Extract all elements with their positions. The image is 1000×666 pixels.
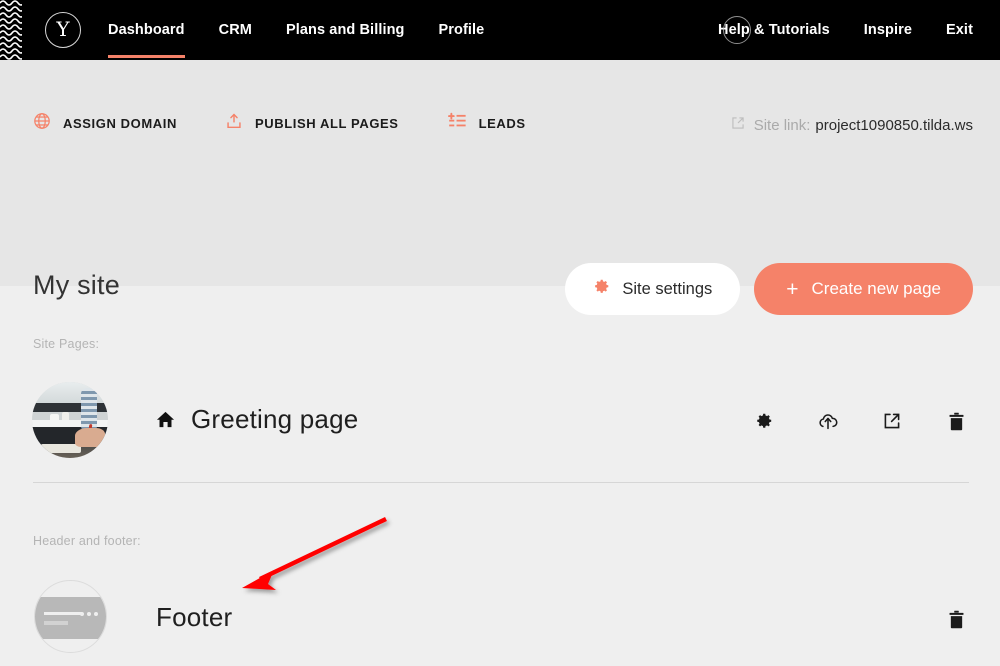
assign-domain-button[interactable]: ASSIGN DOMAIN bbox=[33, 112, 177, 135]
page-title: My site bbox=[33, 270, 120, 301]
nav-item-exit[interactable]: Exit bbox=[946, 0, 973, 60]
nav-item-crm[interactable]: CRM bbox=[219, 0, 252, 60]
zigzag-pattern-decoration bbox=[0, 0, 22, 60]
site-settings-label: Site settings bbox=[622, 280, 712, 299]
plus-icon: + bbox=[786, 279, 798, 300]
site-link-label: Site link: bbox=[754, 117, 811, 134]
site-toolbar: ASSIGN DOMAIN PUBLISH ALL PAGES bbox=[33, 112, 574, 135]
header-action-buttons: Site settings + Create new page bbox=[565, 263, 973, 315]
site-link[interactable]: Site link: project1090850.tilda.ws bbox=[731, 116, 973, 134]
page-name-label: Footer bbox=[156, 602, 232, 633]
nav-item-profile[interactable]: Profile bbox=[439, 0, 485, 60]
footer-delete-button[interactable] bbox=[939, 602, 973, 636]
page-thumbnail-photo[interactable] bbox=[32, 382, 108, 458]
page-name-label: Greeting page bbox=[191, 404, 358, 435]
page-action-icons bbox=[747, 404, 973, 438]
placeholder-wireframe bbox=[35, 597, 106, 639]
page-title-greeting-page[interactable]: Greeting page bbox=[156, 404, 358, 435]
nav-item-help-and-tutorials[interactable]: Help & Tutorials bbox=[718, 0, 830, 60]
zigzag-svg bbox=[0, 0, 22, 60]
gear-icon bbox=[593, 278, 610, 300]
page-delete-button[interactable] bbox=[939, 404, 973, 438]
trash-icon bbox=[948, 610, 965, 629]
page-settings-button[interactable] bbox=[747, 404, 781, 438]
site-link-value[interactable]: project1090850.tilda.ws bbox=[815, 117, 973, 134]
publish-all-pages-button[interactable]: PUBLISH ALL PAGES bbox=[225, 112, 399, 135]
nav-item-inspire[interactable]: Inspire bbox=[864, 0, 912, 60]
page-title-footer[interactable]: Footer bbox=[156, 602, 232, 633]
site-header-panel: ASSIGN DOMAIN PUBLISH ALL PAGES bbox=[0, 60, 1000, 286]
home-icon bbox=[156, 410, 175, 429]
trash-icon bbox=[948, 412, 965, 431]
list-item[interactable]: Greeting page bbox=[0, 382, 1000, 460]
leads-list-plus-icon bbox=[447, 112, 467, 135]
section-label-site-pages: Site Pages: bbox=[33, 337, 99, 351]
footer-action-icons bbox=[939, 602, 973, 636]
nav-item-plans-and-billing[interactable]: Plans and Billing bbox=[286, 0, 405, 60]
gear-icon bbox=[755, 412, 773, 430]
logo-glyph: Υ bbox=[56, 19, 69, 39]
page-thumbnail-placeholder[interactable] bbox=[34, 580, 107, 653]
page-preview-button[interactable] bbox=[875, 404, 909, 438]
leads-label: LEADS bbox=[479, 116, 526, 131]
top-navigation-bar: Υ Dashboard CRM Plans and Billing Profil… bbox=[0, 0, 1000, 60]
assign-domain-label: ASSIGN DOMAIN bbox=[63, 116, 177, 131]
main-menu: Dashboard CRM Plans and Billing Profile bbox=[108, 0, 518, 60]
tilda-logo-icon[interactable]: Υ bbox=[45, 12, 81, 48]
external-link-icon bbox=[883, 412, 901, 430]
create-new-page-button[interactable]: + Create new page bbox=[754, 263, 973, 315]
publish-all-pages-label: PUBLISH ALL PAGES bbox=[255, 116, 399, 131]
section-label-header-and-footer: Header and footer: bbox=[33, 534, 141, 548]
nav-item-dashboard[interactable]: Dashboard bbox=[108, 0, 185, 60]
globe-icon bbox=[33, 112, 51, 135]
site-settings-button[interactable]: Site settings bbox=[565, 263, 740, 315]
list-item[interactable]: Footer bbox=[0, 580, 1000, 654]
cloud-upload-icon bbox=[818, 412, 838, 431]
leads-button[interactable]: LEADS bbox=[447, 112, 526, 135]
create-new-page-label: Create new page bbox=[812, 279, 941, 299]
page-publish-button[interactable] bbox=[811, 404, 845, 438]
upload-icon bbox=[225, 112, 243, 135]
external-link-icon bbox=[731, 116, 745, 134]
secondary-menu: Help & Tutorials Inspire Exit bbox=[684, 0, 973, 60]
row-divider bbox=[33, 482, 969, 483]
